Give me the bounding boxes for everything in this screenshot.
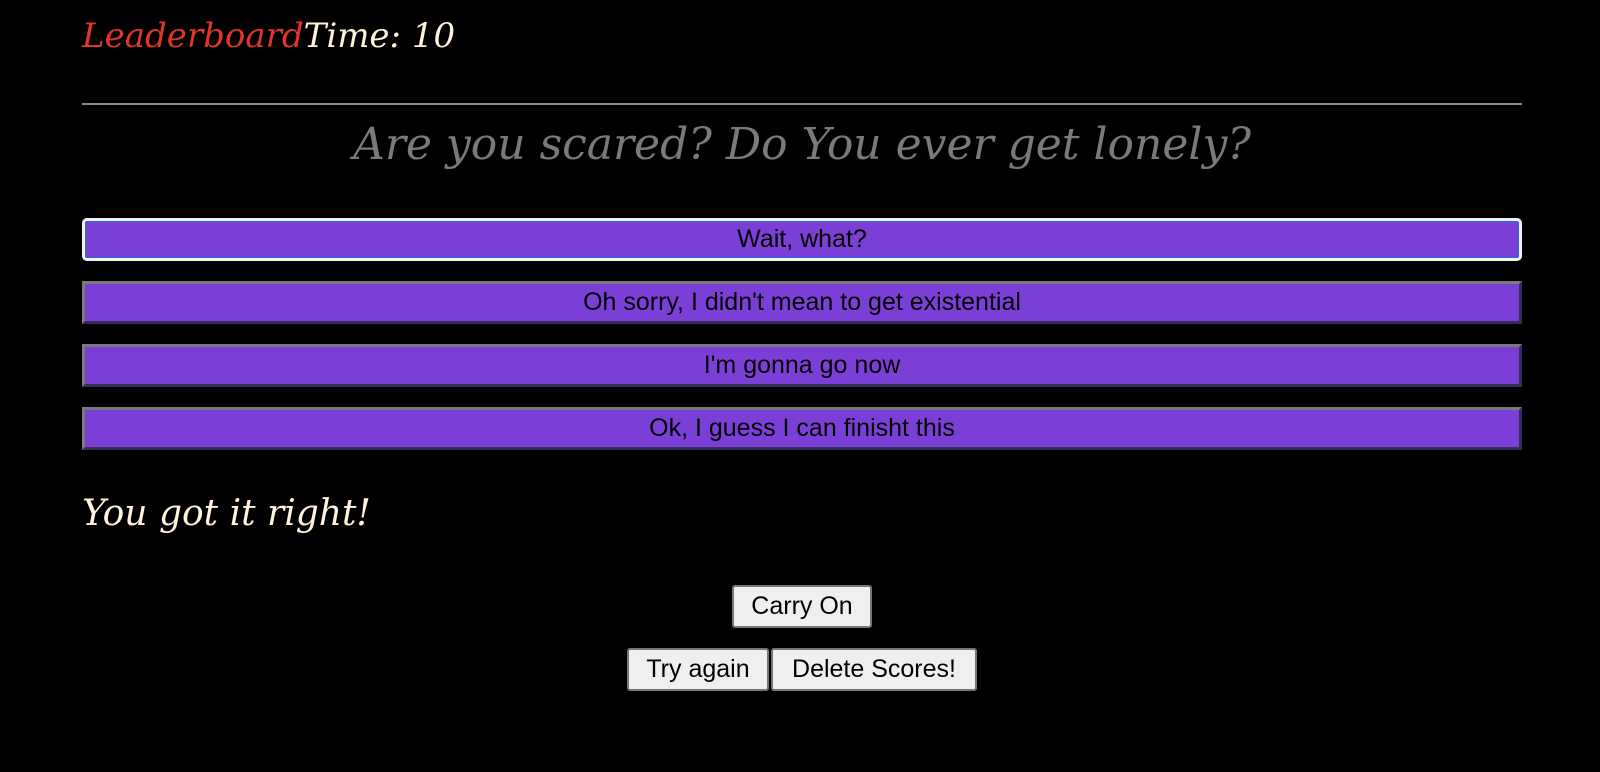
- answer-button-3[interactable]: I'm gonna go now: [82, 344, 1522, 387]
- answer-button-1[interactable]: Wait, what?: [82, 218, 1522, 261]
- leaderboard-link[interactable]: Leaderboard: [82, 16, 304, 56]
- question-text: Are you scared? Do You ever get lonely?: [353, 119, 1251, 170]
- try-again-button[interactable]: Try again: [627, 648, 769, 691]
- answer-button-2[interactable]: Oh sorry, I didn't mean to get existenti…: [82, 281, 1522, 324]
- answer-list: Wait, what? Oh sorry, I didn't mean to g…: [82, 218, 1522, 470]
- answer-button-4[interactable]: Ok, I guess I can finisht this: [82, 407, 1522, 450]
- divider: [82, 103, 1522, 105]
- feedback-message: You got it right!: [82, 493, 371, 534]
- header: LeaderboardTime: 10: [82, 8, 455, 64]
- time-display: Time: 10: [303, 16, 456, 56]
- carry-on-button[interactable]: Carry On: [732, 585, 872, 628]
- delete-scores-button[interactable]: Delete Scores!: [771, 648, 977, 691]
